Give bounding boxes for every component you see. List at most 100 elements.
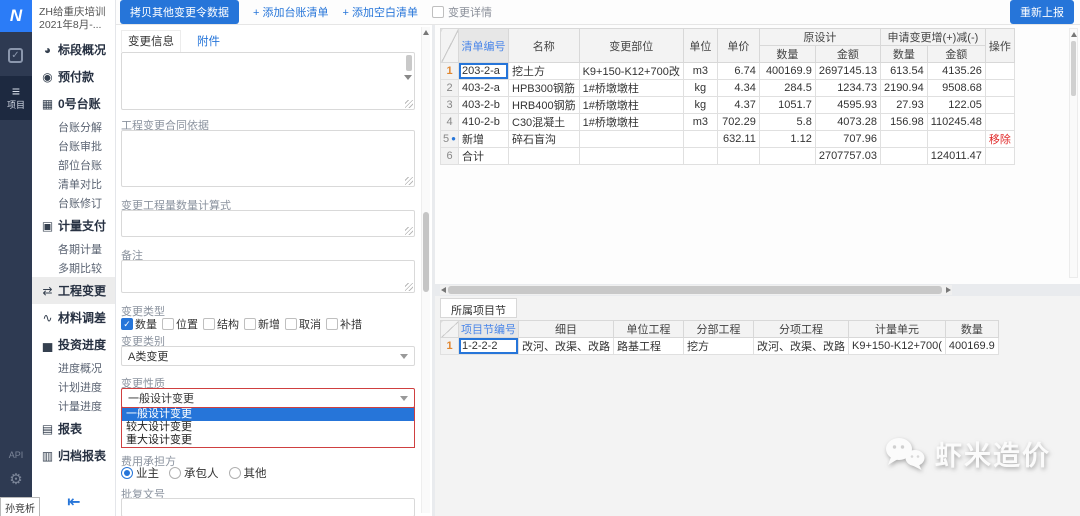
sidebar-item-material-adjustment[interactable]: ∿ 材料调差 — [32, 304, 115, 331]
col-header-subitem-project[interactable]: 分项工程 — [753, 320, 849, 338]
cell[interactable]: m3 — [682, 113, 718, 131]
cell[interactable]: 移除 — [984, 130, 1015, 148]
change-nature-select[interactable]: 一般设计变更 — [121, 388, 415, 408]
row-number[interactable]: 4 — [440, 113, 459, 131]
sidebar-item-measurement-payment[interactable]: ▣ 计量支付 — [32, 212, 115, 239]
dropdown-option[interactable]: 重大设计变更 — [122, 434, 414, 447]
resize-handle[interactable] — [405, 177, 413, 185]
sidebar-item-ledger-breakdown[interactable]: 台账分解 — [32, 117, 115, 136]
cell[interactable] — [578, 130, 684, 148]
col-header-name[interactable]: 名称 — [508, 28, 580, 63]
cell[interactable]: 改河、改渠、改路 — [518, 337, 614, 355]
sidebar-item-list-compare[interactable]: 清单对比 — [32, 174, 115, 193]
change-type-option[interactable]: 结构 — [203, 316, 239, 332]
table-vertical-scrollbar[interactable] — [1069, 28, 1078, 278]
cell[interactable]: 156.98 — [879, 113, 928, 131]
row-number[interactable]: 1 — [440, 337, 459, 355]
cell[interactable]: 改河、改渠、改路 — [753, 337, 849, 355]
sidebar-item-section-overview[interactable]: ◕ 标段概况 — [32, 36, 115, 63]
cell[interactable]: K9+150-K12+700( — [848, 337, 946, 355]
cell[interactable]: HPB300钢筋 — [508, 79, 580, 97]
cell[interactable] — [984, 147, 1015, 165]
tab-project-node[interactable]: 所属项目节 — [440, 298, 517, 318]
cell[interactable] — [926, 130, 986, 148]
scroll-up-icon[interactable] — [1071, 32, 1077, 37]
cell[interactable]: 1051.7 — [758, 96, 816, 114]
rail-item-project[interactable]: ≡ 项目 — [0, 76, 32, 120]
col-header-orig-qty[interactable]: 数量 — [758, 45, 816, 63]
sidebar-item-ledger-revision[interactable]: 台账修订 — [32, 193, 115, 212]
cell[interactable] — [682, 130, 718, 148]
cell[interactable]: 合计 — [458, 147, 509, 165]
scrollbar-thumb[interactable] — [423, 212, 429, 292]
sidebar-item-ledger-0[interactable]: ▦ 0号台账 — [32, 90, 115, 117]
cell[interactable] — [984, 62, 1015, 80]
resize-handle[interactable] — [405, 283, 413, 291]
change-type-option[interactable]: 新增 — [244, 316, 280, 332]
cell[interactable] — [879, 130, 928, 148]
change-type-option[interactable]: ✓ 数量 — [121, 316, 157, 332]
sidebar-item-reports[interactable]: ▤ 报表 — [32, 415, 115, 442]
scroll-up-icon[interactable] — [423, 30, 429, 35]
change-category-select[interactable]: A类变更 — [121, 346, 415, 366]
cell[interactable] — [508, 147, 580, 165]
cost-bearer-option[interactable]: 其他 — [228, 465, 267, 481]
textarea-scroll-thumb[interactable] — [406, 55, 412, 71]
cell[interactable]: 1#桥墩墩柱 — [578, 113, 684, 131]
cell[interactable]: 1-2-2-2 — [458, 337, 519, 355]
row-number[interactable]: 2 — [440, 79, 459, 97]
cell[interactable] — [682, 147, 718, 165]
sidebar-item-measurement-progress[interactable]: 计量进度 — [32, 396, 115, 415]
cell[interactable]: 2697145.13 — [814, 62, 881, 80]
quantity-formula-textarea[interactable] — [121, 210, 415, 237]
cell[interactable]: 124011.47 — [926, 147, 986, 165]
cost-bearer-option[interactable]: 承包人 — [169, 465, 219, 481]
cell[interactable]: 路基工程 — [613, 337, 684, 355]
cell[interactable]: 284.5 — [758, 79, 816, 97]
cell[interactable] — [758, 147, 816, 165]
resize-handle[interactable] — [405, 227, 413, 235]
cell[interactable]: kg — [682, 96, 718, 114]
cell[interactable]: 挖方 — [683, 337, 754, 355]
cell[interactable] — [716, 147, 760, 165]
add-ledger-list-link[interactable]: + 添加台账清单 — [253, 4, 328, 20]
col-header-unit-price[interactable]: 单价 — [716, 28, 760, 63]
change-type-option[interactable]: 补措 — [326, 316, 362, 332]
cell[interactable]: 27.93 — [879, 96, 928, 114]
row-number[interactable]: 5 ● — [440, 130, 459, 148]
cell[interactable]: 203-2-a — [458, 62, 509, 80]
cell[interactable]: 2190.94 — [879, 79, 928, 97]
sidebar-item-archived-reports[interactable]: ▥ 归档报表 — [32, 442, 115, 469]
cell[interactable] — [984, 113, 1015, 131]
cell[interactable]: 6.74 — [716, 62, 760, 80]
row-number[interactable]: 3 — [440, 96, 459, 114]
gear-icon[interactable]: ⚙ — [0, 470, 32, 488]
collapse-sidebar-icon[interactable]: ⇤ — [32, 492, 116, 512]
tasks-check-icon[interactable]: ✓ — [8, 48, 23, 63]
sidebar-item-investment-progress[interactable]: ▅ 投资进度 — [32, 331, 115, 358]
col-header-detail-item[interactable]: 细目 — [518, 320, 614, 338]
contract-basis-textarea[interactable] — [121, 130, 415, 187]
cell[interactable]: 4595.93 — [814, 96, 881, 114]
row-number[interactable]: 6 — [440, 147, 459, 165]
sidebar-item-period-measurement[interactable]: 各期计量 — [32, 239, 115, 258]
form-scrollbar[interactable] — [421, 27, 430, 513]
tab-attachment[interactable]: 附件 — [195, 30, 222, 52]
scroll-down-icon[interactable] — [404, 75, 412, 80]
cell[interactable]: 632.11 — [716, 130, 760, 148]
cell[interactable]: 挖土方 — [508, 62, 580, 80]
col-header-orig-amount[interactable]: 金额 — [814, 45, 881, 63]
change-info-textarea[interactable] — [121, 52, 415, 110]
sidebar-item-advance-payment[interactable]: ◉ 预付款 — [32, 63, 115, 90]
change-detail-checkbox[interactable]: 变更详情 — [431, 4, 492, 20]
cell[interactable]: HRB400钢筋 — [508, 96, 580, 114]
cell[interactable]: 400169.9 — [944, 337, 999, 355]
approval-no-input[interactable] — [121, 498, 415, 516]
tab-change-info[interactable]: 变更信息 — [121, 30, 181, 52]
cell[interactable]: kg — [682, 79, 718, 97]
row-number[interactable]: 1 — [440, 62, 459, 80]
cell[interactable] — [984, 96, 1015, 114]
cell[interactable] — [984, 79, 1015, 97]
sidebar-item-ledger-review[interactable]: 台账审批 — [32, 136, 115, 155]
cell[interactable]: 碎石盲沟 — [508, 130, 580, 148]
